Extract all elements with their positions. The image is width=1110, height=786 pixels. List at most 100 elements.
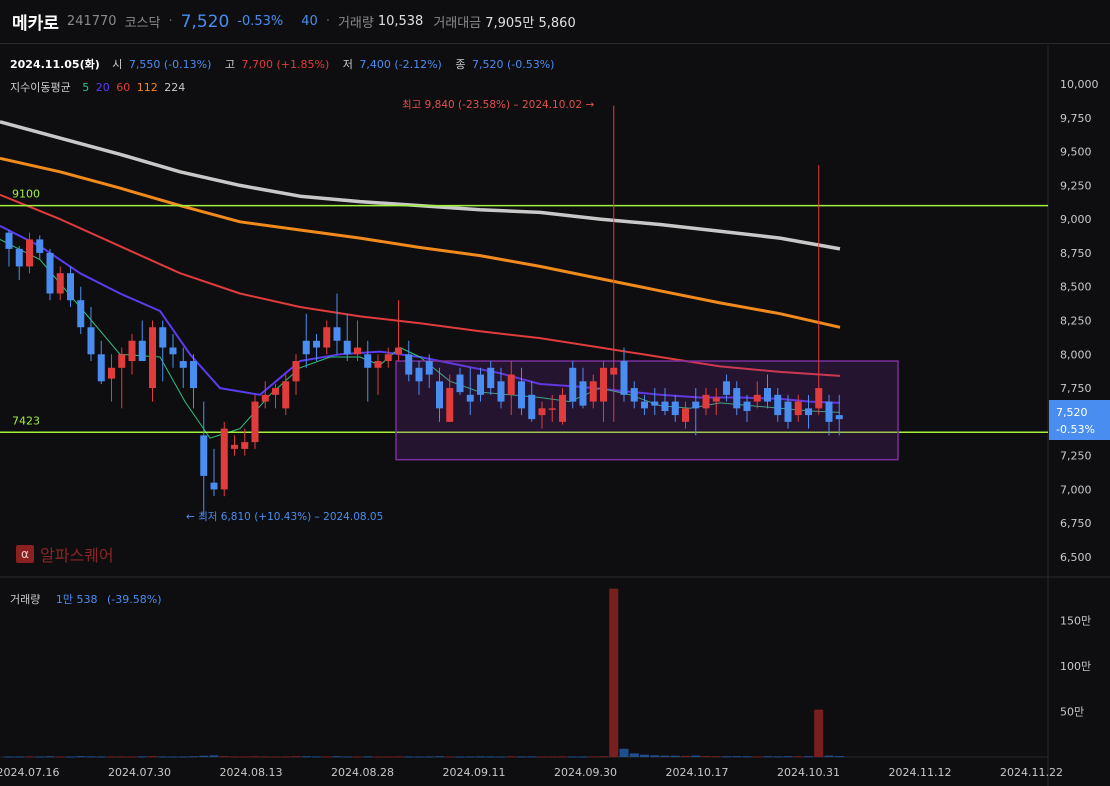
candle-body	[487, 367, 495, 389]
candle-body	[764, 388, 771, 402]
high-label: 고	[224, 58, 235, 71]
candle-body	[548, 408, 556, 410]
price-tick-label: 8,500	[1060, 281, 1092, 294]
ma-legend[interactable]: 지수이동평균 5 20 60 112 224	[10, 79, 188, 95]
volume-bar	[76, 756, 86, 758]
volume-tick-label: 150만	[1060, 615, 1091, 628]
candle-body	[589, 381, 597, 402]
candle-body	[446, 388, 454, 422]
volume-bar	[547, 756, 557, 758]
volume-bar	[445, 756, 455, 758]
candle-body	[671, 401, 679, 416]
ma60-label[interactable]: 60	[116, 81, 130, 94]
volume-bar	[250, 756, 260, 758]
volume-bar	[496, 756, 506, 758]
volume-bar	[527, 756, 537, 758]
price-tick-label: 7,250	[1060, 450, 1092, 463]
volume-tick-label: 50만	[1060, 706, 1084, 719]
open-label: 시	[112, 58, 123, 71]
candle-body	[343, 340, 351, 355]
volume-bar	[107, 756, 116, 758]
volume-bar	[96, 756, 106, 758]
volume-bar	[148, 756, 157, 758]
volume-bar	[45, 756, 55, 758]
time-tick-label: 2024.08.13	[220, 766, 283, 779]
volume-bar	[373, 756, 383, 758]
volume-bar	[353, 756, 362, 758]
candle-body	[384, 354, 392, 362]
volume-bar	[230, 756, 239, 758]
price-tick-label: 8,750	[1060, 247, 1092, 260]
volume-bar	[260, 756, 270, 758]
volume-bar	[619, 748, 629, 757]
candle-body	[190, 361, 197, 389]
volume-bar	[66, 756, 75, 758]
time-tick-label: 2024.10.31	[777, 766, 840, 779]
candle-body	[261, 394, 269, 402]
ma-legend-label: 지수이동평균	[10, 81, 71, 94]
candle-body	[241, 442, 249, 449]
volume-bar	[271, 756, 280, 758]
volume-info-change: (-39.58%)	[107, 593, 162, 606]
low-label: 저	[342, 58, 353, 71]
candle-body	[610, 367, 618, 375]
volume-bar	[312, 756, 321, 758]
volume-bar	[178, 756, 188, 758]
candle-body	[733, 388, 741, 409]
time-tick-label: 2024.10.17	[666, 766, 729, 779]
volume-bar	[660, 755, 670, 757]
volume-bar	[158, 756, 168, 758]
volume-bar	[640, 754, 649, 757]
volume-bar	[711, 756, 721, 758]
volume-bar	[199, 755, 209, 757]
time-tick-label: 2024.07.16	[0, 766, 59, 779]
volume-bar	[588, 756, 598, 758]
candle-body	[641, 401, 648, 409]
close-value: 7,520 (-0.53%)	[471, 58, 555, 71]
candle-body	[149, 327, 156, 389]
price-chart[interactable]: 9100 7423 최고 9,840 (-23.58%) – 2024.10.02…	[0, 0, 1110, 786]
ma112-label[interactable]: 112	[137, 81, 158, 94]
volume-bar	[322, 756, 332, 758]
volume-bar	[14, 756, 24, 758]
candle-body	[292, 361, 300, 382]
volume-bar	[742, 756, 752, 758]
volume-bar	[650, 755, 660, 757]
price-tick-label: 6,500	[1060, 551, 1092, 564]
candle-body	[805, 408, 812, 416]
volume-bar	[599, 756, 608, 758]
candle-body	[169, 347, 177, 355]
volume-bar	[301, 756, 311, 758]
candle-body	[405, 354, 413, 375]
volume-info-value: 1만 538	[55, 593, 98, 606]
volume-info-label: 거래량	[10, 593, 41, 606]
volume-bar	[537, 756, 547, 758]
volume-bar	[804, 756, 813, 758]
volume-bar	[517, 756, 526, 758]
ma20-label[interactable]: 20	[96, 81, 110, 94]
ma5-label[interactable]: 5	[82, 81, 89, 94]
candle-body	[210, 482, 218, 490]
ma224-label[interactable]: 224	[164, 81, 185, 94]
range-box[interactable]	[395, 360, 899, 461]
price-tick-label: 9,750	[1060, 112, 1092, 125]
volume-bar	[25, 756, 34, 758]
ohlc-info: 2024.11.05(화) 시 7,550 (-0.13%) 고 7,700 (…	[10, 56, 557, 72]
volume-bar	[394, 756, 403, 758]
candle-body	[559, 394, 566, 422]
candle-body	[15, 248, 23, 267]
candle-body	[46, 252, 54, 294]
candle-body	[743, 401, 751, 412]
time-tick-label: 2024.09.30	[554, 766, 617, 779]
low-annotation: ← 최저 6,810 (+10.43%) – 2024.08.05	[186, 511, 383, 523]
volume-bar	[568, 756, 578, 758]
candle-body	[313, 340, 320, 348]
volume-bar	[435, 756, 444, 758]
last-price-tag: 7,520 -0.53%	[1049, 400, 1110, 440]
price-tick-label: 9,500	[1060, 146, 1092, 159]
time-tick-label: 2024.09.11	[443, 766, 506, 779]
candle-body	[374, 361, 382, 368]
volume-bar	[506, 756, 516, 758]
candle-body	[323, 327, 331, 348]
candle-body	[518, 381, 525, 409]
